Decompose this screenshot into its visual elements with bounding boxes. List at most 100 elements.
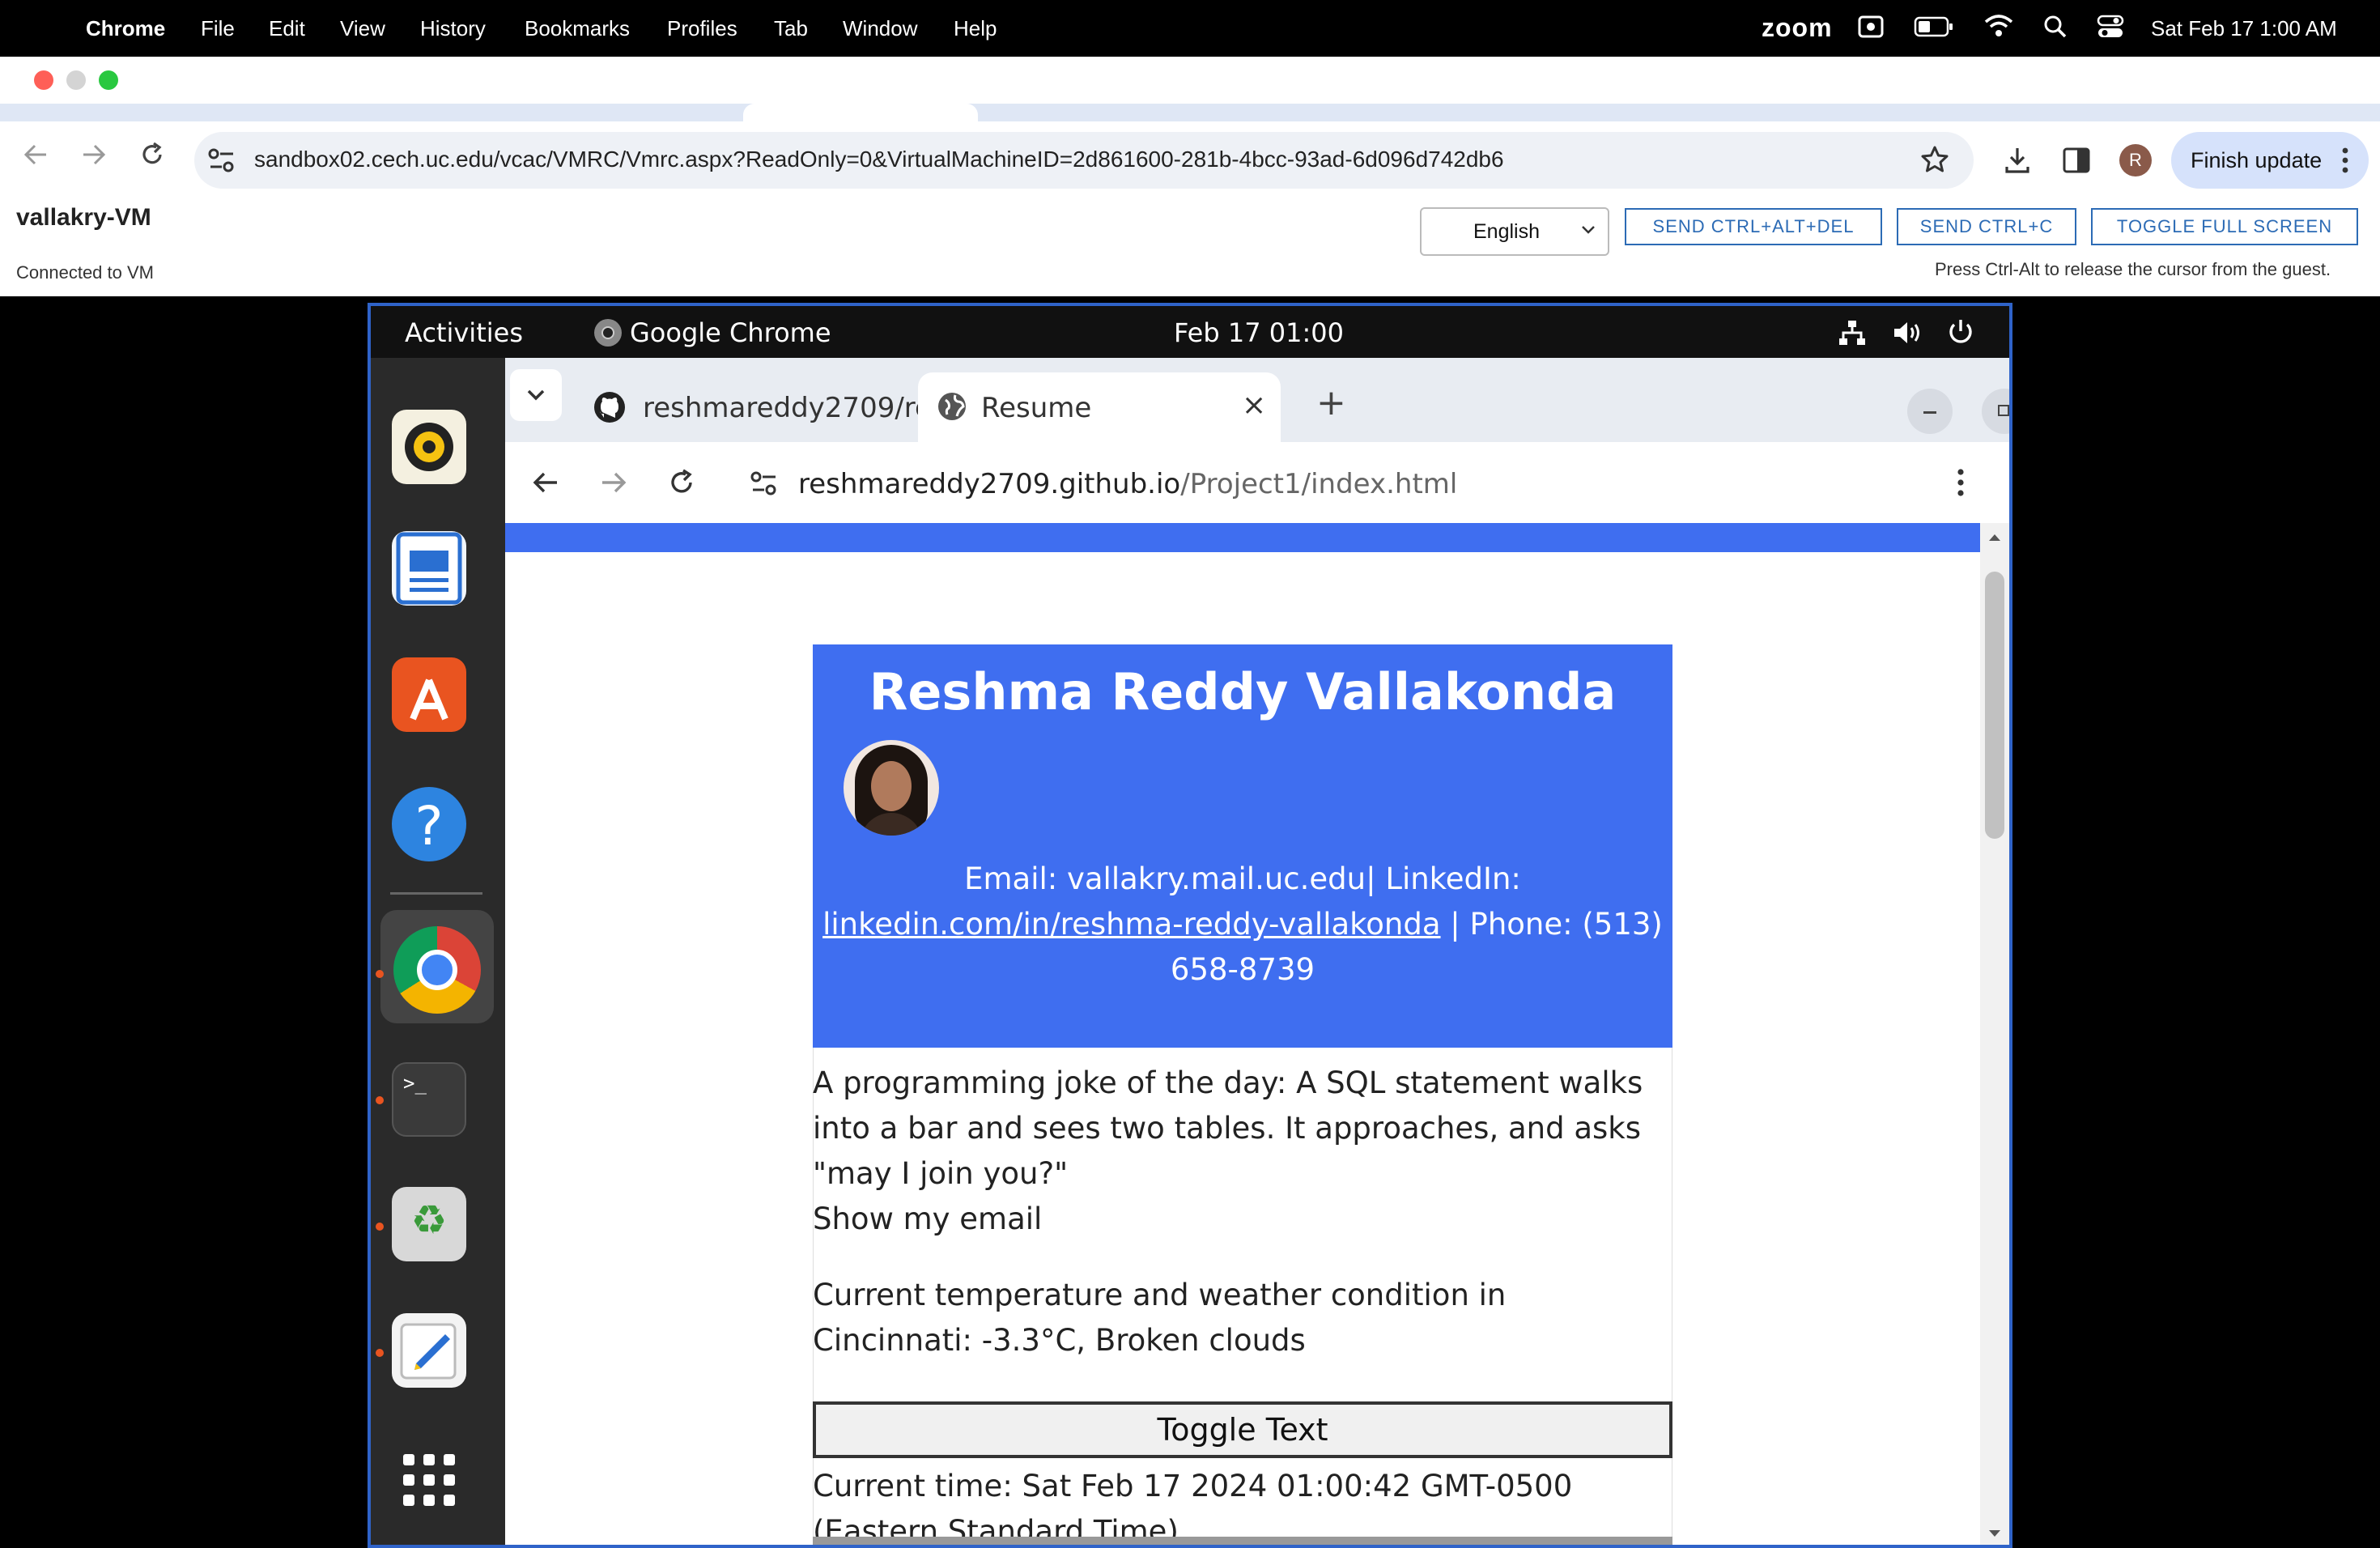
contact-line-linkedin: linkedin.com/in/reshma-reddy-vallakonda … bbox=[813, 902, 1672, 947]
tab-strip bbox=[0, 104, 2380, 121]
focused-app-name[interactable]: Google Chrome bbox=[630, 317, 831, 348]
trash-icon[interactable]: ♻ bbox=[392, 1187, 466, 1261]
window-titlebar bbox=[0, 57, 2380, 104]
text-editor-icon[interactable] bbox=[392, 1313, 466, 1388]
github-icon bbox=[593, 390, 627, 432]
resume-header: Reshma Reddy Vallakonda Email: vallakry.… bbox=[813, 644, 1672, 1048]
vm-name: vallakry-VM bbox=[16, 204, 151, 231]
finish-update-button[interactable]: Finish update bbox=[2171, 132, 2369, 189]
menu-edit[interactable]: Edit bbox=[269, 16, 305, 41]
profile-avatar[interactable]: R bbox=[2119, 144, 2152, 176]
running-indicator-dot bbox=[376, 1223, 384, 1231]
activities-button[interactable]: Activities bbox=[405, 317, 523, 348]
new-tab-icon[interactable]: + bbox=[1316, 382, 1346, 423]
guest-chrome-tabbar: reshmareddy2709/reshn × Resume × + bbox=[505, 358, 2009, 442]
resume-name: Reshma Reddy Vallakonda bbox=[869, 662, 1617, 721]
minimize-icon[interactable] bbox=[1907, 389, 1953, 434]
cursor-release-hint: Press Ctrl-Alt to release the cursor fro… bbox=[1935, 259, 2331, 279]
address-bar[interactable]: sandbox02.cech.uc.edu/vcac/VMRC/Vmrc.asp… bbox=[194, 132, 1974, 189]
more-vert-icon[interactable] bbox=[2341, 145, 2349, 180]
restore-icon[interactable] bbox=[1982, 389, 2009, 434]
scrollbar-thumb[interactable] bbox=[1985, 572, 2004, 839]
menu-history[interactable]: History bbox=[420, 16, 486, 41]
macos-menubar: Chrome File Edit View History Bookmarks … bbox=[0, 0, 2380, 57]
bookmark-star-icon[interactable] bbox=[1920, 145, 1949, 178]
terminal-icon[interactable]: >_ bbox=[392, 1062, 466, 1137]
page-scrollbar[interactable] bbox=[1980, 523, 2009, 1545]
active-tab[interactable] bbox=[743, 104, 978, 121]
zoom-status-icon[interactable]: zoom bbox=[1762, 13, 1833, 43]
back-icon[interactable] bbox=[18, 141, 53, 176]
menubar-clock[interactable]: Sat Feb 17 1:00 AM bbox=[2151, 16, 2337, 41]
network-wired-icon[interactable] bbox=[1838, 319, 1867, 353]
toggle-text-button[interactable]: Toggle Text bbox=[813, 1401, 1672, 1458]
dock-separator bbox=[390, 892, 482, 895]
side-panel-icon[interactable] bbox=[2063, 147, 2090, 177]
libreoffice-impress-icon[interactable] bbox=[392, 531, 466, 606]
toggle-full-screen-button[interactable]: TOGGLE FULL SCREEN bbox=[2091, 208, 2358, 245]
control-center-icon[interactable] bbox=[2097, 15, 2124, 45]
connection-status: Connected to VM bbox=[16, 262, 154, 283]
back-icon[interactable] bbox=[531, 468, 560, 501]
page-footer-edge bbox=[813, 1537, 1672, 1545]
chevron-down-icon bbox=[1580, 223, 1596, 240]
current-time: Current time: Sat Feb 17 2024 01:00:42 G… bbox=[813, 1469, 1573, 1548]
phone-number: 658-8739 bbox=[1170, 952, 1315, 987]
guest-chrome-toolbar: reshmareddy2709.github.io/Project1/index… bbox=[505, 442, 2009, 523]
guest-address-bar[interactable]: reshmareddy2709.github.io/Project1/index… bbox=[733, 453, 1915, 512]
close-tab-icon[interactable]: × bbox=[1242, 389, 1266, 422]
show-apps-icon[interactable] bbox=[392, 1443, 466, 1517]
programming-joke: A programming joke of the day: A SQL sta… bbox=[813, 1065, 1643, 1191]
spotlight-search-icon[interactable] bbox=[2043, 15, 2068, 45]
forward-icon[interactable] bbox=[76, 141, 112, 176]
more-vert-icon[interactable] bbox=[1956, 466, 1966, 503]
globe-icon bbox=[936, 390, 968, 430]
menu-app-name[interactable]: Chrome bbox=[86, 16, 165, 41]
language-select[interactable]: English bbox=[1420, 207, 1609, 256]
send-ctrl-alt-del-button[interactable]: SEND CTRL+ALT+DEL bbox=[1625, 208, 1882, 245]
gnome-top-bar: Activities Google Chrome Feb 17 01:00 bbox=[371, 306, 2009, 358]
show-email-link[interactable]: Show my email bbox=[813, 1197, 1672, 1242]
reload-icon[interactable] bbox=[134, 141, 170, 176]
tab-resume[interactable]: Resume × bbox=[918, 372, 1281, 442]
gnome-clock[interactable]: Feb 17 01:00 bbox=[1174, 317, 1344, 348]
forward-icon[interactable] bbox=[599, 468, 628, 501]
app-center-icon[interactable] bbox=[392, 657, 466, 732]
minimize-window-button[interactable] bbox=[66, 70, 86, 90]
site-info-icon[interactable] bbox=[750, 470, 779, 501]
send-ctrl-c-button[interactable]: SEND CTRL+C bbox=[1897, 208, 2076, 245]
menu-file[interactable]: File bbox=[201, 16, 235, 41]
help-icon[interactable]: ? bbox=[392, 787, 466, 861]
url-text[interactable]: sandbox02.cech.uc.edu/vcac/VMRC/Vmrc.asp… bbox=[254, 147, 1504, 172]
menu-view[interactable]: View bbox=[340, 16, 385, 41]
resume-page[interactable]: Reshma Reddy Vallakonda Email: vallakry.… bbox=[505, 523, 2009, 1548]
battery-icon[interactable] bbox=[1914, 15, 1954, 45]
close-window-button[interactable] bbox=[34, 70, 53, 90]
linkedin-link[interactable]: linkedin.com/in/reshma-reddy-vallakonda bbox=[822, 907, 1440, 942]
menu-window[interactable]: Window bbox=[843, 16, 917, 41]
menu-help[interactable]: Help bbox=[954, 16, 997, 41]
zoom-window-button[interactable] bbox=[99, 70, 118, 90]
tab-search-button[interactable] bbox=[510, 369, 562, 421]
download-icon[interactable] bbox=[2003, 146, 2032, 179]
site-info-icon[interactable] bbox=[207, 147, 236, 178]
menu-tab[interactable]: Tab bbox=[774, 16, 808, 41]
chrome-icon[interactable] bbox=[393, 926, 481, 1014]
window-manager-icon[interactable] bbox=[1857, 13, 1885, 46]
reload-icon[interactable] bbox=[667, 468, 696, 501]
contact-info: Email: vallakry.mail.uc.edu| LinkedIn: l… bbox=[813, 857, 1672, 993]
menu-bookmarks[interactable]: Bookmarks bbox=[525, 16, 630, 41]
guest-url[interactable]: reshmareddy2709.github.io/Project1/index… bbox=[798, 468, 1457, 500]
page-top-banner bbox=[505, 523, 1980, 552]
rhythmbox-icon[interactable] bbox=[392, 410, 466, 484]
power-icon[interactable] bbox=[1946, 317, 1975, 353]
guest-vm-screen[interactable]: Activities Google Chrome Feb 17 01:00 ? bbox=[368, 303, 2012, 1548]
wifi-icon[interactable] bbox=[1983, 13, 2014, 45]
url-path: /Project1/index.html bbox=[1180, 468, 1458, 500]
menu-profiles[interactable]: Profiles bbox=[667, 16, 737, 41]
running-indicator-dot bbox=[376, 1096, 384, 1104]
phone-label: | Phone: (513) bbox=[1440, 907, 1663, 942]
language-selected: English bbox=[1473, 220, 1540, 243]
chrome-small-icon bbox=[594, 319, 622, 347]
volume-icon[interactable] bbox=[1893, 319, 1923, 353]
